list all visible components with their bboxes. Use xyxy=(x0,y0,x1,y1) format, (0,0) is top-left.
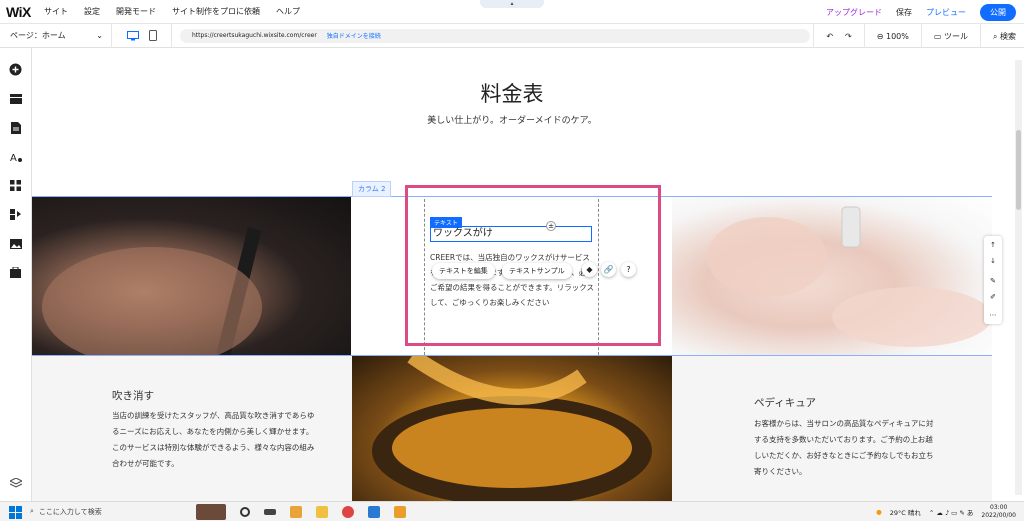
divider xyxy=(920,24,922,48)
business-icon[interactable] xyxy=(8,207,23,222)
explorer-icon[interactable] xyxy=(290,505,302,518)
left-sidebar: A xyxy=(0,48,32,501)
preview-button[interactable]: プレビュー xyxy=(926,7,966,18)
wax-honey-image[interactable] xyxy=(352,356,672,501)
taskbar-search[interactable]: ⌕ ここに入力して検索 xyxy=(30,504,190,520)
clock-time: 03:00 xyxy=(990,504,1008,511)
design-icon[interactable]: ✐ xyxy=(988,292,998,302)
resize-handle[interactable]: ± xyxy=(546,221,556,231)
undo-icon[interactable]: ↶ xyxy=(826,32,833,41)
device-switcher xyxy=(112,23,172,48)
save-button[interactable]: 保存 xyxy=(896,7,912,18)
taskbar-clock[interactable]: 03:00 2022/00/00 xyxy=(981,504,1016,520)
theme-icon[interactable]: A xyxy=(8,149,23,164)
pen-icon[interactable]: ✎ xyxy=(988,276,998,286)
top-menu-bar: WiX サイト 設定 開発モード サイト制作をプロに依頼 ヘルプ ▴ アップグレ… xyxy=(0,0,1024,24)
connect-domain-link[interactable]: 独自ドメインを接続 xyxy=(327,31,381,40)
selected-text-element[interactable]: ワックスがけ xyxy=(430,226,592,242)
wax-description-text[interactable]: CREERでは、当店独自のワックスがけサービスをご用意しております。ご利用いただ… xyxy=(430,250,595,310)
chrome-icon[interactable] xyxy=(342,505,354,518)
mobile-icon[interactable] xyxy=(148,26,157,45)
portfolio-icon[interactable] xyxy=(8,265,23,280)
column-label: カラム 2 xyxy=(352,181,392,197)
page-subtitle[interactable]: 美しい仕上がり。オーダーメイドのケア。 xyxy=(32,113,992,126)
top-right-actions: アップグレード 保存 プレビュー 公開 xyxy=(826,4,1016,21)
pages-icon[interactable] xyxy=(8,120,23,135)
zoom-level: 100% xyxy=(885,31,909,41)
sections-icon[interactable] xyxy=(8,91,23,106)
canvas-scrollbar[interactable] xyxy=(1015,60,1022,495)
redo-icon[interactable]: ↷ xyxy=(845,32,852,41)
divider xyxy=(813,24,815,48)
divider xyxy=(863,24,865,48)
search-icon: ⌕ xyxy=(992,31,998,41)
task-view-icon[interactable] xyxy=(240,506,250,517)
more-icon[interactable]: ⋯ xyxy=(988,310,998,320)
scrollbar-thumb[interactable] xyxy=(1016,130,1021,210)
tools-label: ツール xyxy=(943,31,968,41)
page-selector[interactable]: ページ：ホーム ⌄ xyxy=(0,23,112,48)
link-icon[interactable]: 🔗 xyxy=(601,262,616,277)
text-sample-button[interactable]: テキストサンプル xyxy=(502,263,572,279)
taskbar-search-placeholder: ここに入力して検索 xyxy=(38,507,102,516)
windows-taskbar: ⌕ ここに入力して検索 ● 29°C 晴れ ⌃ ☁ ♪ ▭ ✎ あ 03:00 … xyxy=(0,501,1024,521)
search-label: 検索 xyxy=(1000,31,1016,41)
menu-dev-mode[interactable]: 開発モード xyxy=(116,6,156,17)
edit-text-button[interactable]: テキストを編集 xyxy=(432,263,495,279)
add-elements-icon[interactable] xyxy=(8,62,23,77)
editor-toolbar: ページ：ホーム ⌄ https://creertsukaguchi.wixsit… xyxy=(0,23,1024,48)
folder-icon[interactable] xyxy=(316,505,328,518)
quick-actions-palette: ↑ ↓ ✎ ✐ ⋯ xyxy=(984,236,1002,324)
zoom-out-icon: ⊖ xyxy=(876,31,884,41)
top-menu: サイト 設定 開発モード サイト制作をプロに依頼 ヘルプ xyxy=(44,6,300,17)
system-tray: ● 29°C 晴れ ⌃ ☁ ♪ ▭ ✎ あ 03:00 2022/00/00 xyxy=(876,502,1016,522)
menu-hire-pro[interactable]: サイト制作をプロに依頼 xyxy=(172,6,260,17)
comb-hair-image[interactable] xyxy=(32,197,351,355)
pedicure-title[interactable]: ペディキュア xyxy=(754,395,816,410)
tools-button[interactable]: ▭ ツール xyxy=(934,31,968,42)
chevron-down-icon: ⌄ xyxy=(96,31,103,40)
page-selector-label: ページ：ホーム xyxy=(10,31,66,40)
media-player-icon[interactable] xyxy=(394,505,406,518)
media-icon[interactable] xyxy=(8,236,23,251)
page-title[interactable]: 料金表 xyxy=(32,78,992,108)
tray-icons[interactable]: ⌃ ☁ ♪ ▭ ✎ あ xyxy=(929,507,974,517)
publish-button[interactable]: 公開 xyxy=(980,4,1016,21)
widgets-icon[interactable] xyxy=(264,508,276,515)
desktop-icon[interactable] xyxy=(126,26,139,45)
menu-settings[interactable]: 設定 xyxy=(84,6,100,17)
news-icon[interactable] xyxy=(196,503,226,520)
blowout-text[interactable]: 当店の訓練を受けたスタッフが、高品質な吹き消すであらゆるニーズにお応えし、あなた… xyxy=(112,408,317,472)
zoom-control[interactable]: ⊖ 100% xyxy=(877,32,909,41)
site-url: https://creertsukaguchi.wixsite.com/cree… xyxy=(192,32,317,39)
layers-icon[interactable] xyxy=(8,476,23,491)
divider xyxy=(979,24,981,48)
clock-date: 2022/00/00 xyxy=(981,512,1016,519)
tools-icon: ▭ xyxy=(933,31,942,41)
pedicure-text[interactable]: お客様からは、当サロンの高品質なペディキュアに対する支持を多数いただいております… xyxy=(754,416,934,480)
help-icon[interactable]: ? xyxy=(621,262,636,277)
site-url-bar[interactable]: https://creertsukaguchi.wixsite.com/cree… xyxy=(180,28,810,43)
collapse-toolbar-button[interactable]: ▴ xyxy=(480,0,544,8)
animation-icon[interactable]: ◆ xyxy=(582,262,597,277)
upgrade-button[interactable]: アップグレード xyxy=(826,7,882,18)
search-icon: ⌕ xyxy=(30,507,34,515)
svg-text:A: A xyxy=(10,153,17,163)
apps-icon[interactable] xyxy=(8,178,23,193)
menu-help[interactable]: ヘルプ xyxy=(276,6,300,17)
weather-icon: ● xyxy=(876,508,882,516)
search-button[interactable]: ⌕ 検索 xyxy=(993,31,1016,42)
menu-site[interactable]: サイト xyxy=(44,6,68,17)
windows-start-icon[interactable] xyxy=(8,504,24,520)
editor-canvas[interactable]: 料金表 美しい仕上がり。オーダーメイドのケア。 カラム 2 テキスト ワックスが… xyxy=(32,48,992,501)
wix-logo[interactable]: WiX xyxy=(0,4,44,20)
move-up-icon[interactable]: ↑ xyxy=(988,240,998,250)
toolbar-right: ↶ ↷ ⊖ 100% ▭ ツール ⌕ 検索 xyxy=(813,24,1016,48)
weather-text[interactable]: 29°C 晴れ xyxy=(890,507,921,517)
move-down-icon[interactable]: ↓ xyxy=(988,256,998,266)
blowout-title[interactable]: 吹き消す xyxy=(112,388,154,403)
photos-icon[interactable] xyxy=(368,505,380,518)
manicure-image[interactable] xyxy=(672,197,992,355)
